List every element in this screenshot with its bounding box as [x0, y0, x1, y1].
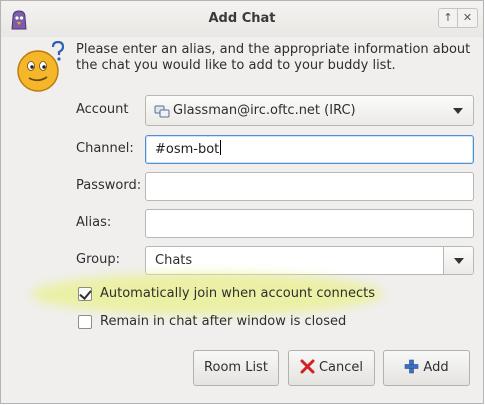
account-combo[interactable]: Glassman@irc.oftc.net (IRC): [145, 95, 474, 126]
text-caret: [220, 140, 222, 155]
password-label: Password:: [76, 178, 142, 193]
remain-label[interactable]: Remain in chat after window is closed: [100, 314, 346, 329]
close-icon: ✕: [462, 11, 473, 24]
group-value[interactable]: Chats: [155, 253, 192, 268]
irc-protocol-icon: [154, 105, 170, 118]
add-label: Add: [423, 360, 449, 375]
account-value: Glassman@irc.oftc.net (IRC): [173, 103, 356, 118]
add-chat-dialog: Add Chat ↑ ✕ Please enter an alias, and …: [0, 0, 484, 404]
alias-label: Alias:: [76, 215, 112, 230]
alias-input[interactable]: [145, 209, 474, 238]
group-dropdown-button[interactable]: [443, 247, 473, 274]
password-input[interactable]: [145, 172, 474, 201]
remain-checkbox[interactable]: [78, 315, 92, 329]
titlebar: Add Chat ↑ ✕: [1, 1, 483, 37]
intro-text: Please enter an alias, and the appropria…: [76, 42, 471, 73]
channel-input[interactable]: #osm-bot: [145, 135, 474, 164]
plus-icon: [405, 359, 419, 374]
add-button[interactable]: Add: [383, 350, 470, 386]
auto-join-checkbox[interactable]: [78, 287, 92, 301]
window-title: Add Chat: [208, 11, 276, 26]
account-label: Account: [76, 102, 129, 117]
window-close-button[interactable]: ✕: [458, 8, 478, 28]
cancel-label: Cancel: [318, 360, 364, 375]
smiley-question-icon: [17, 41, 65, 92]
auto-join-label[interactable]: Automatically join when account connects: [100, 286, 375, 301]
room-list-label: Room List: [204, 360, 268, 375]
channel-label: Channel:: [76, 141, 134, 156]
group-combo[interactable]: Chats: [145, 246, 474, 275]
chevron-down-icon: [453, 108, 463, 114]
checkmark-icon: [79, 287, 92, 300]
channel-value: #osm-bot: [155, 142, 220, 157]
cancel-x-icon: [300, 359, 315, 374]
chevron-down-icon: [454, 258, 464, 264]
room-list-button[interactable]: Room List: [193, 350, 279, 386]
window-up-button[interactable]: ↑: [438, 8, 458, 28]
arrow-up-icon: ↑: [443, 11, 453, 24]
group-label: Group:: [76, 252, 120, 267]
cancel-button[interactable]: Cancel: [288, 350, 375, 386]
